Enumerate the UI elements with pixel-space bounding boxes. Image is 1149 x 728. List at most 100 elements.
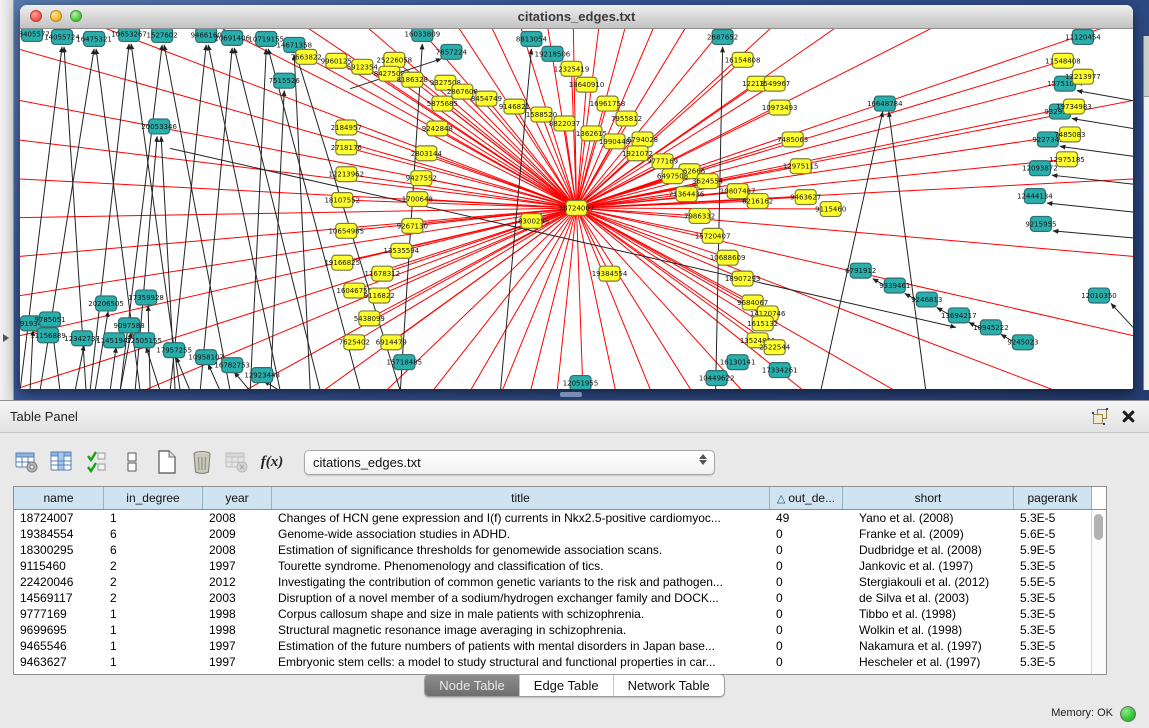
column-header-out_de[interactable]: △out_de... <box>770 487 843 509</box>
graph-node[interactable]: 16033809 <box>405 29 441 41</box>
citation-network-graph[interactable]: 1840557714055724164753211065326715276029… <box>20 29 1133 389</box>
new-table-icon[interactable] <box>152 447 182 477</box>
graph-node[interactable]: 9427552 <box>406 171 437 186</box>
graph-node[interactable]: 2184957 <box>331 120 362 135</box>
graph-node[interactable]: 20053346 <box>141 119 177 134</box>
graph-node[interactable]: 1527602 <box>147 29 178 42</box>
graph-node[interactable]: 12923448 <box>244 368 280 383</box>
graph-node[interactable]: 8454749 <box>471 91 502 106</box>
graph-node[interactable]: 13694217 <box>941 308 977 323</box>
graph-node[interactable]: 2803144 <box>411 146 443 161</box>
graph-node[interactable]: 9267130 <box>397 218 428 233</box>
graph-node[interactable]: 10449622 <box>699 371 735 386</box>
table-scrollbar[interactable] <box>1091 510 1106 674</box>
table-settings-icon[interactable] <box>12 447 42 477</box>
graph-node[interactable]: 7485063 <box>777 132 808 147</box>
table-row[interactable]: 911546021997Tourette syndrome. Phenomeno… <box>14 558 1092 574</box>
graph-node[interactable]: 7857224 <box>436 44 468 59</box>
graph-node[interactable]: 12325419 <box>554 61 590 76</box>
graph-node[interactable]: 17359928 <box>128 290 164 305</box>
graph-node[interactable]: 10945222 <box>973 320 1009 335</box>
graph-node[interactable]: 25226058 <box>377 52 413 67</box>
graph-node[interactable]: 1990448 <box>599 134 630 149</box>
graph-node[interactable]: 15718485 <box>387 355 423 370</box>
scrollbar-thumb[interactable] <box>1094 514 1103 540</box>
graph-node[interactable]: 6794028 <box>627 132 658 147</box>
table-row[interactable]: 946554611997Estimation of the future num… <box>14 638 1092 654</box>
graph-node[interactable]: 9785051 <box>34 312 65 327</box>
table-row[interactable]: 2242004622012Investigating the contribut… <box>14 574 1092 590</box>
select-columns-icon[interactable] <box>82 447 112 477</box>
table-row[interactable]: 977716911998Corpus callosum shape and si… <box>14 606 1092 622</box>
graph-node[interactable]: 12213962 <box>328 167 364 182</box>
graph-node[interactable]: 12342737 <box>64 331 100 346</box>
graph-node[interactable]: 7663822 <box>291 49 322 64</box>
graph-node[interactable]: 9115460 <box>815 202 846 217</box>
column-header-title[interactable]: title <box>272 487 770 509</box>
table-row[interactable]: 1938455462009Genome-wide association stu… <box>14 526 1092 542</box>
graph-node[interactable]: 7625402 <box>339 335 370 350</box>
graph-node[interactable]: 2687652 <box>707 29 738 44</box>
graph-node[interactable]: 9215955 <box>1025 216 1056 231</box>
control-panel-edge[interactable] <box>0 0 14 400</box>
graph-node[interactable]: 10688609 <box>710 250 746 265</box>
column-header-in_degree[interactable]: in_degree <box>104 487 203 509</box>
function-builder-icon[interactable]: f(x) <box>257 447 287 477</box>
graph-node[interactable]: 7986332 <box>684 209 715 224</box>
graph-node[interactable]: 1700648 <box>402 192 433 207</box>
float-window-icon[interactable] <box>1092 408 1108 424</box>
table-selector-dropdown[interactable]: citations_edges.txt <box>304 450 715 475</box>
column-header-short[interactable]: short <box>843 487 1014 509</box>
graph-node[interactable]: 5875685 <box>427 96 458 111</box>
graph-node[interactable]: 1549967 <box>759 76 790 91</box>
graph-node[interactable]: 10654985 <box>328 223 364 238</box>
graph-node[interactable]: 6497508 <box>657 169 688 184</box>
expand-panel-icon[interactable] <box>3 334 9 342</box>
table-row[interactable]: 946362711997Embryonic stem cells: a mode… <box>14 654 1092 670</box>
graph-node[interactable]: 9339461 <box>879 278 910 293</box>
close-panel-icon[interactable] <box>1122 410 1135 423</box>
table-row[interactable]: 1872400712008Changes of HCN gene express… <box>14 510 1092 526</box>
tab-node-table[interactable]: Node Table <box>425 675 520 696</box>
graph-node[interactable]: 12444134 <box>1017 189 1053 204</box>
graph-node[interactable]: 8822037 <box>549 116 580 131</box>
graph-node[interactable]: 9777169 <box>647 154 678 169</box>
column-header-pagerank[interactable]: pagerank <box>1014 487 1092 509</box>
graph-node[interactable]: 10653267 <box>111 29 147 41</box>
tab-edge-table[interactable]: Edge Table <box>520 675 614 696</box>
graph-node[interactable]: 12505155 <box>126 333 162 348</box>
graph-node[interactable]: 12010350 <box>1081 288 1117 303</box>
graph-node[interactable]: 6791912 <box>845 263 876 278</box>
memory-status-indicator[interactable] <box>1120 706 1136 722</box>
table-row[interactable]: 1830029562008Estimation of significance … <box>14 542 1092 558</box>
graph-node[interactable]: 19218506 <box>535 46 571 61</box>
close-window-icon[interactable] <box>30 10 42 22</box>
graph-node[interactable]: 17957255 <box>156 343 192 358</box>
graph-node[interactable]: 10973493 <box>762 100 798 115</box>
rows-icon[interactable] <box>117 447 147 477</box>
table-row[interactable]: 969969511998Structural magnetic resonanc… <box>14 622 1092 638</box>
tab-network-table[interactable]: Network Table <box>614 675 724 696</box>
graph-node[interactable]: 9097588 <box>114 318 145 333</box>
graph-node[interactable]: 9245023 <box>1007 335 1038 350</box>
network-canvas[interactable]: 1840557714055724164753211065326715276029… <box>20 29 1133 389</box>
graph-node[interactable]: 9463627 <box>790 190 821 205</box>
graph-node[interactable]: 16130141 <box>720 355 756 370</box>
column-header-year[interactable]: year <box>203 487 272 509</box>
graph-node[interactable]: 17334261 <box>762 363 798 378</box>
graph-node[interactable]: 12051955 <box>563 376 599 389</box>
graph-node[interactable]: 16961758 <box>590 96 626 111</box>
graph-node[interactable]: 11678312 <box>365 266 401 281</box>
graph-node[interactable]: 11120454 <box>1065 29 1101 44</box>
graph-node[interactable]: 5438099 <box>354 311 385 326</box>
graph-node[interactable]: 15720407 <box>695 228 731 243</box>
table-column-icon[interactable] <box>47 447 77 477</box>
graph-node[interactable]: 6914479 <box>376 335 407 350</box>
graph-node[interactable]: 19166825 <box>324 255 360 270</box>
delete-column-icon[interactable] <box>222 447 252 477</box>
graph-node[interactable]: 6216162 <box>742 194 773 209</box>
graph-node[interactable]: 2718176 <box>331 140 362 155</box>
graph-node[interactable]: 9242848 <box>422 121 453 136</box>
graph-node[interactable]: 7515526 <box>269 73 300 88</box>
graph-node[interactable]: 12975115 <box>783 159 819 174</box>
